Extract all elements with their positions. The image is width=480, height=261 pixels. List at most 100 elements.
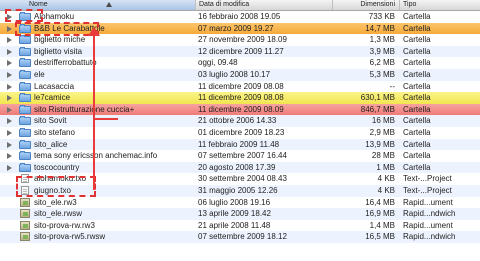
file-size: 16,4 MB <box>365 197 395 207</box>
file-row[interactable]: ele 03 luglio 2008 10.17 5,3 MB Cartella <box>0 68 480 81</box>
file-size: 846,7 MB <box>360 104 395 114</box>
file-row[interactable]: Lacasaccia 11 dicembre 2009 08.08 -- Cartel… <box>0 81 480 93</box>
folder-icon <box>19 35 31 45</box>
disclosure-triangle-icon[interactable] <box>7 71 12 78</box>
column-header-kind[interactable]: Tipo <box>399 0 480 10</box>
disclosure-triangle-icon[interactable] <box>7 153 12 160</box>
file-name: Lacasaccia <box>34 81 75 91</box>
file-date: 01 dicembre 2009 18.23 <box>198 127 285 137</box>
document-icon <box>21 174 29 184</box>
file-kind: Cartella <box>403 23 431 33</box>
file-size: 2,9 MB <box>369 127 395 137</box>
disclosure-triangle-icon[interactable] <box>7 129 12 136</box>
folder-icon <box>19 162 31 172</box>
file-name: sito_alice <box>34 139 68 149</box>
file-name: giugno.txo <box>34 185 71 195</box>
column-header-size[interactable]: Dimensioni <box>332 0 399 10</box>
file-row[interactable]: toscocountry 20 agosto 2008 17.39 1 MB Cart… <box>0 161 480 174</box>
file-row[interactable]: sito_ele.rw3 06 luglio 2008 19.16 16,4 MB R… <box>0 197 480 209</box>
disclosure-triangle-icon[interactable] <box>7 48 12 55</box>
disclosure-triangle-icon[interactable] <box>7 83 12 90</box>
folder-icon <box>19 58 31 68</box>
annotation-arrow-line <box>93 30 95 190</box>
disclosure-triangle-icon[interactable] <box>7 106 12 113</box>
file-date: 27 novembre 2009 18.09 <box>198 35 287 45</box>
file-row[interactable]: alohamoku.txo 30 settembre 2004 08.43 4 KB… <box>0 173 480 185</box>
disclosure-triangle-icon[interactable] <box>7 14 12 20</box>
disclosure-triangle-icon[interactable] <box>7 37 12 44</box>
file-size: 3,9 MB <box>369 46 395 56</box>
file-date: 11 dicembre 2009 08.08 <box>198 81 284 91</box>
file-row[interactable]: biglietto visita 12 dicembre 2009 11.27 3,… <box>0 45 480 58</box>
file-kind: Rapid...ument <box>403 197 453 207</box>
file-size: 6,2 MB <box>369 58 395 68</box>
file-size: 1 MB <box>376 162 395 172</box>
file-row[interactable]: le7camice 11 dicembre 2009 08.08 630,1 MB C… <box>0 92 480 104</box>
file-name: alohamoku.txo <box>34 174 87 184</box>
file-date: 21 ottobre 2006 14.33 <box>198 116 277 126</box>
file-date: 11 febbraio 2009 11.48 <box>198 139 280 149</box>
file-row[interactable]: tema sony ericsson anchemac.info 07 sette… <box>0 150 480 162</box>
file-name: sito-prova-rw.rw3 <box>34 220 95 230</box>
file-date: 13 aprile 2009 18.42 <box>198 209 271 219</box>
file-kind: Cartella <box>403 46 431 56</box>
file-date: 21 aprile 2008 11.48 <box>198 220 271 230</box>
file-name: toscocountry <box>34 162 80 172</box>
file-kind: Text-...Project <box>403 185 452 195</box>
file-kind: Cartella <box>403 58 431 68</box>
file-row[interactable]: sito stefano 01 dicembre 2009 18.23 2,9 MB… <box>0 127 480 139</box>
folder-icon <box>19 81 31 91</box>
finder-list-view: Nome Data di modifica Dimensioni Tipo Al… <box>0 0 480 261</box>
file-date: 20 agosto 2008 17.39 <box>198 162 276 172</box>
column-header-date[interactable]: Data di modifica <box>195 0 332 10</box>
file-row[interactable]: Alohamoku 16 febbraio 2008 19.05 733 KB Car… <box>0 11 480 23</box>
disclosure-triangle-icon[interactable] <box>7 95 12 102</box>
rapidweaver-icon <box>20 209 30 219</box>
file-list: Alohamoku 16 febbraio 2008 19.05 733 KB Car… <box>0 11 480 243</box>
rapidweaver-icon <box>20 232 30 242</box>
folder-icon <box>19 93 31 103</box>
file-name: tema sony ericsson anchemac.info <box>34 151 158 161</box>
disclosure-triangle-icon[interactable] <box>7 60 12 67</box>
disclosure-triangle-icon[interactable] <box>7 118 12 125</box>
file-row[interactable]: sito-prova-rw5.rwsw 07 settembre 2009 18.… <box>0 231 480 243</box>
folder-icon <box>19 127 31 137</box>
file-size: 4 KB <box>377 185 395 195</box>
folder-icon <box>19 12 31 21</box>
folder-icon <box>19 139 31 149</box>
disclosure-triangle-icon[interactable] <box>7 164 12 171</box>
file-date: 31 maggio 2005 12.26 <box>198 185 278 195</box>
file-kind: Rapid...ument <box>403 220 453 230</box>
file-name: ele <box>34 69 45 79</box>
file-kind: Cartella <box>403 104 431 114</box>
disclosure-triangle-icon[interactable] <box>7 25 12 32</box>
file-row[interactable]: destrifferrobattuto oggi, 09.48 6,2 MB Cart… <box>0 57 480 69</box>
file-kind: Text-...Project <box>403 174 452 184</box>
file-row[interactable]: sito_alice 11 febbraio 2009 11.48 13,9 MB C… <box>0 138 480 151</box>
annotation-arrow-head <box>88 27 100 36</box>
folder-icon <box>19 46 31 56</box>
file-name: sito Sovit <box>34 116 67 126</box>
file-row[interactable]: sito-prova-rw.rw3 21 aprile 2008 11.48 1,4… <box>0 220 480 232</box>
file-row[interactable]: biglietto miche 27 novembre 2009 18.09 1,3… <box>0 34 480 46</box>
file-row[interactable]: giugno.txo 31 maggio 2005 12.26 4 KB Text-.… <box>0 184 480 197</box>
file-size: 16,5 MB <box>365 232 395 242</box>
file-kind: Cartella <box>403 162 431 172</box>
file-size: 28 MB <box>371 151 395 161</box>
file-name: le7camice <box>34 93 71 103</box>
file-date: 06 luglio 2008 19.16 <box>198 197 271 207</box>
file-kind: Cartella <box>403 116 431 126</box>
file-row[interactable]: sito Ristrutturazione cuccia+ 11 dicembre… <box>0 103 480 116</box>
file-kind: Cartella <box>403 69 431 79</box>
file-kind: Rapid...ndwich <box>403 232 456 242</box>
file-row[interactable]: B&B Le Carabattole 07 marzo 2009 19.27 14,… <box>0 22 480 35</box>
document-icon <box>21 185 29 195</box>
file-kind: Cartella <box>403 93 431 103</box>
column-header-name[interactable]: Nome <box>0 0 195 10</box>
file-row[interactable]: sito_ele.rwsw 13 aprile 2009 18.42 16,9 MB… <box>0 208 480 220</box>
rapidweaver-icon <box>20 220 30 230</box>
disclosure-triangle-icon[interactable] <box>7 141 12 148</box>
file-size: -- <box>389 81 395 91</box>
file-row[interactable]: sito Sovit 21 ottobre 2006 14.33 16 MB Cart… <box>0 115 480 127</box>
rapidweaver-icon <box>20 197 30 207</box>
